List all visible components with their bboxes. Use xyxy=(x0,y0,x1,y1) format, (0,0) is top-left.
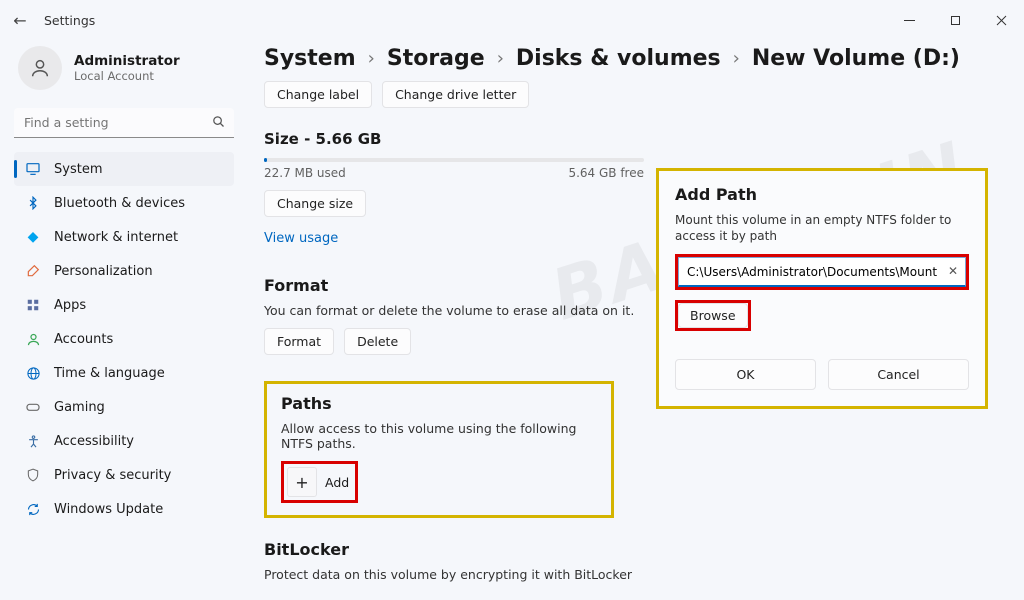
crumb-storage[interactable]: Storage xyxy=(387,46,485,71)
sidebar-item-label: Privacy & security xyxy=(54,468,171,483)
dialog-subtitle: Mount this volume in an empty NTFS folde… xyxy=(675,212,969,244)
clear-input-icon[interactable]: ✕ xyxy=(948,264,958,278)
search-icon xyxy=(211,114,226,133)
wifi-icon: ◆ xyxy=(24,228,42,246)
sidebar-item-label: Time & language xyxy=(54,366,165,381)
chevron-right-icon: › xyxy=(368,48,375,69)
view-usage-link[interactable]: View usage xyxy=(264,231,338,246)
window-title: Settings xyxy=(44,13,95,28)
sidebar-item-network[interactable]: ◆ Network & internet xyxy=(14,220,234,254)
sidebar-item-label: Accounts xyxy=(54,332,113,347)
search-input[interactable] xyxy=(14,108,234,138)
browse-button-highlight: Browse xyxy=(675,300,751,331)
close-button[interactable] xyxy=(978,5,1024,35)
add-path-label: Add xyxy=(325,475,349,490)
change-drive-letter-button[interactable]: Change drive letter xyxy=(382,81,529,108)
sidebar-item-label: Gaming xyxy=(54,400,105,415)
brush-icon xyxy=(24,262,42,280)
path-input-highlight: ✕ xyxy=(675,254,969,290)
add-path-dialog: Add Path Mount this volume in an empty N… xyxy=(656,168,988,409)
cancel-button[interactable]: Cancel xyxy=(828,359,969,390)
sidebar-item-bluetooth[interactable]: Bluetooth & devices xyxy=(14,186,234,220)
breadcrumb: System › Storage › Disks & volumes › New… xyxy=(264,46,1000,71)
bitlocker-desc: Protect data on this volume by encryptin… xyxy=(264,567,1000,582)
usage-bar xyxy=(264,158,644,162)
sidebar-item-label: Accessibility xyxy=(54,434,134,449)
change-label-button[interactable]: Change label xyxy=(264,81,372,108)
sidebar-item-label: Bluetooth & devices xyxy=(54,196,185,211)
globe-icon xyxy=(24,364,42,382)
sidebar-item-apps[interactable]: Apps xyxy=(14,288,234,322)
bitlocker-heading: BitLocker xyxy=(264,540,1000,559)
delete-button[interactable]: Delete xyxy=(344,328,411,355)
shield-icon xyxy=(24,466,42,484)
side-nav: System Bluetooth & devices ◆ Network & in… xyxy=(14,152,234,526)
add-path-highlight: + Add xyxy=(281,461,358,503)
sidebar-item-update[interactable]: Windows Update xyxy=(14,492,234,526)
paths-heading: Paths xyxy=(281,394,597,413)
sidebar-item-gaming[interactable]: Gaming xyxy=(14,390,234,424)
crumb-system[interactable]: System xyxy=(264,46,356,71)
crumb-volume: New Volume (D:) xyxy=(752,46,960,71)
used-label: 22.7 MB used xyxy=(264,166,346,180)
sidebar-item-label: System xyxy=(54,162,102,177)
update-icon xyxy=(24,500,42,518)
crumb-disks[interactable]: Disks & volumes xyxy=(516,46,721,71)
format-button[interactable]: Format xyxy=(264,328,334,355)
chevron-right-icon: › xyxy=(497,48,504,69)
sidebar-item-system[interactable]: System xyxy=(14,152,234,186)
apps-icon xyxy=(24,296,42,314)
gamepad-icon xyxy=(24,398,42,416)
paths-desc: Allow access to this volume using the fo… xyxy=(281,421,597,451)
monitor-icon xyxy=(24,160,42,178)
ok-button[interactable]: OK xyxy=(675,359,816,390)
add-path-button[interactable]: + xyxy=(287,467,317,497)
maximize-button[interactable] xyxy=(932,5,978,35)
dialog-title: Add Path xyxy=(675,185,969,204)
account-name: Administrator xyxy=(74,53,180,69)
avatar[interactable] xyxy=(18,46,62,90)
sidebar-item-personalization[interactable]: Personalization xyxy=(14,254,234,288)
browse-button[interactable]: Browse xyxy=(678,303,748,328)
account-type: Local Account xyxy=(74,69,180,83)
sidebar-item-time[interactable]: Time & language xyxy=(14,356,234,390)
sidebar-item-label: Apps xyxy=(54,298,86,313)
free-label: 5.64 GB free xyxy=(568,166,644,180)
path-input[interactable] xyxy=(678,257,966,287)
person-icon xyxy=(24,330,42,348)
sidebar-item-label: Windows Update xyxy=(54,502,163,517)
size-heading: Size - 5.66 GB xyxy=(264,130,1000,148)
paths-section-highlight: Paths Allow access to this volume using … xyxy=(264,381,614,518)
sidebar-item-privacy[interactable]: Privacy & security xyxy=(14,458,234,492)
sidebar-item-accounts[interactable]: Accounts xyxy=(14,322,234,356)
sidebar-item-label: Personalization xyxy=(54,264,153,279)
sidebar-item-accessibility[interactable]: Accessibility xyxy=(14,424,234,458)
change-size-button[interactable]: Change size xyxy=(264,190,366,217)
minimize-button[interactable] xyxy=(886,5,932,35)
bluetooth-icon xyxy=(24,194,42,212)
access-icon xyxy=(24,432,42,450)
plus-icon: + xyxy=(295,473,308,492)
sidebar-item-label: Network & internet xyxy=(54,230,178,245)
chevron-right-icon: › xyxy=(733,48,740,69)
back-button[interactable]: ← xyxy=(0,11,40,30)
